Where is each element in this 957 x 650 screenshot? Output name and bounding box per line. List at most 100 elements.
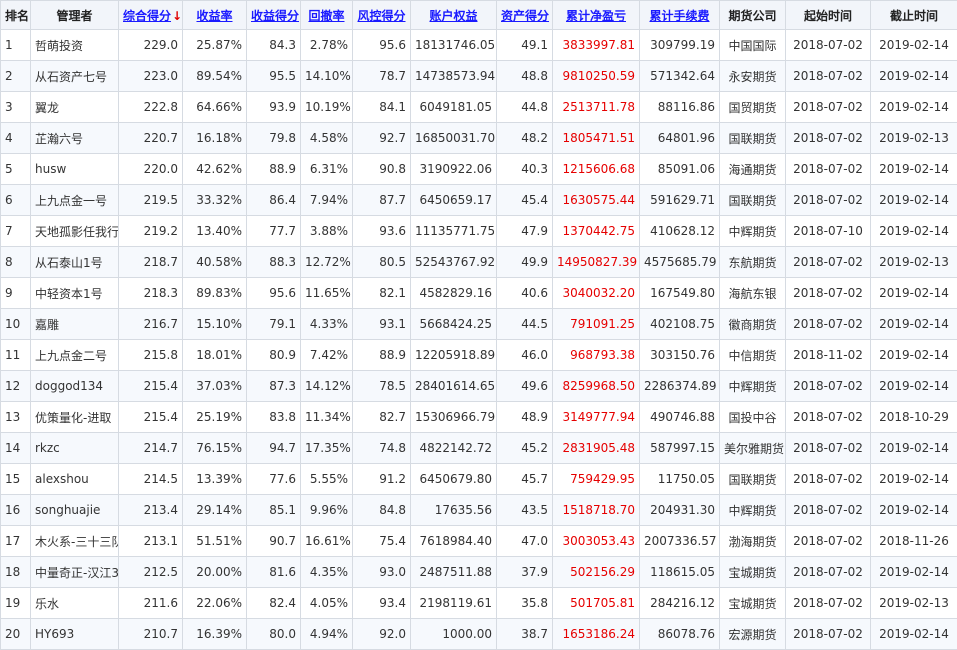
cell-drawdown-rate: 2.78% [301,30,353,61]
cell-risk-score: 87.7 [353,185,411,216]
cell-risk-score: 90.8 [353,154,411,185]
cell-futures-company: 国联期货 [720,185,786,216]
cell-total-fee: 309799.19 [640,30,720,61]
column-header-return-rate[interactable]: 收益率 [183,1,247,30]
cell-account-equity: 7618984.40 [411,526,497,557]
cell-return-rate: 33.32% [183,185,247,216]
cell-return-rate: 42.62% [183,154,247,185]
column-header-label: 收益得分 [251,9,299,23]
cell-account-equity: 6450659.17 [411,185,497,216]
cell-manager: 中量奇正-汉江3号 [31,557,119,588]
column-header-label: 回撤率 [308,9,344,23]
cell-rank: 3 [1,92,31,123]
cell-return-rate: 20.00% [183,557,247,588]
cell-return-rate: 22.06% [183,588,247,619]
cell-drawdown-rate: 6.31% [301,154,353,185]
cell-total-fee: 410628.12 [640,216,720,247]
cell-risk-score: 74.8 [353,433,411,464]
cell-account-equity: 18131746.05 [411,30,497,61]
cell-end-date: 2019-02-14 [871,309,957,340]
cell-asset-score: 45.7 [497,464,553,495]
cell-manager: 芷瀚六号 [31,123,119,154]
table-row: 7天地孤影任我行219.213.40%77.73.88%93.611135771… [1,216,957,247]
table-row: 14rkzc214.776.15%94.717.35%74.84822142.7… [1,433,957,464]
table-row: 6上九点金一号219.533.32%86.47.94%87.76450659.1… [1,185,957,216]
cell-risk-score: 82.1 [353,278,411,309]
cell-drawdown-rate: 4.58% [301,123,353,154]
cell-drawdown-rate: 14.10% [301,61,353,92]
table-row: 12doggod134215.437.03%87.314.12%78.52840… [1,371,957,402]
column-header-drawdown-rate[interactable]: 回撤率 [301,1,353,30]
cell-start-date: 2018-07-02 [786,278,871,309]
cell-net-profit: 759429.95 [553,464,640,495]
column-header-risk-score[interactable]: 风控得分 [353,1,411,30]
cell-asset-score: 45.4 [497,185,553,216]
cell-total-fee: 2007336.57 [640,526,720,557]
cell-total-fee: 591629.71 [640,185,720,216]
column-header-total-fee[interactable]: 累计手续费 [640,1,720,30]
column-header-asset-score[interactable]: 资产得分 [497,1,553,30]
column-header-total-score[interactable]: 综合得分↓ [119,1,183,30]
cell-risk-score: 84.8 [353,495,411,526]
cell-total-fee: 118615.05 [640,557,720,588]
cell-return-rate: 89.83% [183,278,247,309]
column-header-account-equity[interactable]: 账户权益 [411,1,497,30]
cell-drawdown-rate: 14.12% [301,371,353,402]
cell-rank: 7 [1,216,31,247]
cell-futures-company: 徽商期货 [720,309,786,340]
cell-return-rate: 13.39% [183,464,247,495]
cell-return-rate: 76.15% [183,433,247,464]
cell-total-score: 216.7 [119,309,183,340]
cell-risk-score: 84.1 [353,92,411,123]
cell-account-equity: 28401614.65 [411,371,497,402]
table-row: 2从石资产七号223.089.54%95.514.10%78.714738573… [1,61,957,92]
cell-net-profit: 502156.29 [553,557,640,588]
cell-asset-score: 40.3 [497,154,553,185]
cell-rank: 11 [1,340,31,371]
cell-net-profit: 1805471.51 [553,123,640,154]
table-row: 1哲萌投资229.025.87%84.32.78%95.618131746.05… [1,30,957,61]
cell-net-profit: 968793.38 [553,340,640,371]
cell-futures-company: 东航期货 [720,247,786,278]
cell-risk-score: 78.5 [353,371,411,402]
cell-return-score: 88.3 [247,247,301,278]
cell-drawdown-rate: 17.35% [301,433,353,464]
cell-manager: 嘉雕 [31,309,119,340]
cell-start-date: 2018-07-02 [786,371,871,402]
column-header-return-score[interactable]: 收益得分 [247,1,301,30]
cell-drawdown-rate: 11.34% [301,402,353,433]
cell-return-score: 95.6 [247,278,301,309]
cell-account-equity: 16850031.70 [411,123,497,154]
table-row: 4芷瀚六号220.716.18%79.84.58%92.716850031.70… [1,123,957,154]
cell-risk-score: 82.7 [353,402,411,433]
table-row: 17木火系-三十三队213.151.51%90.716.61%75.476189… [1,526,957,557]
column-header-net-profit[interactable]: 累计净盈亏 [553,1,640,30]
cell-futures-company: 渤海期货 [720,526,786,557]
cell-end-date: 2019-02-14 [871,30,957,61]
cell-end-date: 2019-02-14 [871,464,957,495]
cell-drawdown-rate: 4.33% [301,309,353,340]
cell-account-equity: 11135771.75 [411,216,497,247]
table-row: 16songhuajie213.429.14%85.19.96%84.81763… [1,495,957,526]
cell-manager: husw [31,154,119,185]
cell-rank: 1 [1,30,31,61]
column-header-label: 账户权益 [429,9,477,23]
cell-manager: 从石泰山1号 [31,247,119,278]
cell-net-profit: 1370442.75 [553,216,640,247]
cell-total-score: 215.4 [119,402,183,433]
cell-return-rate: 16.18% [183,123,247,154]
cell-asset-score: 43.5 [497,495,553,526]
cell-futures-company: 国联期货 [720,464,786,495]
cell-start-date: 2018-07-02 [786,526,871,557]
cell-net-profit: 14950827.39 [553,247,640,278]
cell-rank: 2 [1,61,31,92]
cell-manager: 从石资产七号 [31,61,119,92]
cell-start-date: 2018-07-02 [786,185,871,216]
cell-start-date: 2018-07-02 [786,464,871,495]
cell-asset-score: 49.9 [497,247,553,278]
cell-net-profit: 3149777.94 [553,402,640,433]
sort-desc-icon[interactable]: ↓ [172,9,182,23]
column-header-label: 收益率 [196,9,232,23]
cell-total-score: 220.0 [119,154,183,185]
cell-net-profit: 501705.81 [553,588,640,619]
